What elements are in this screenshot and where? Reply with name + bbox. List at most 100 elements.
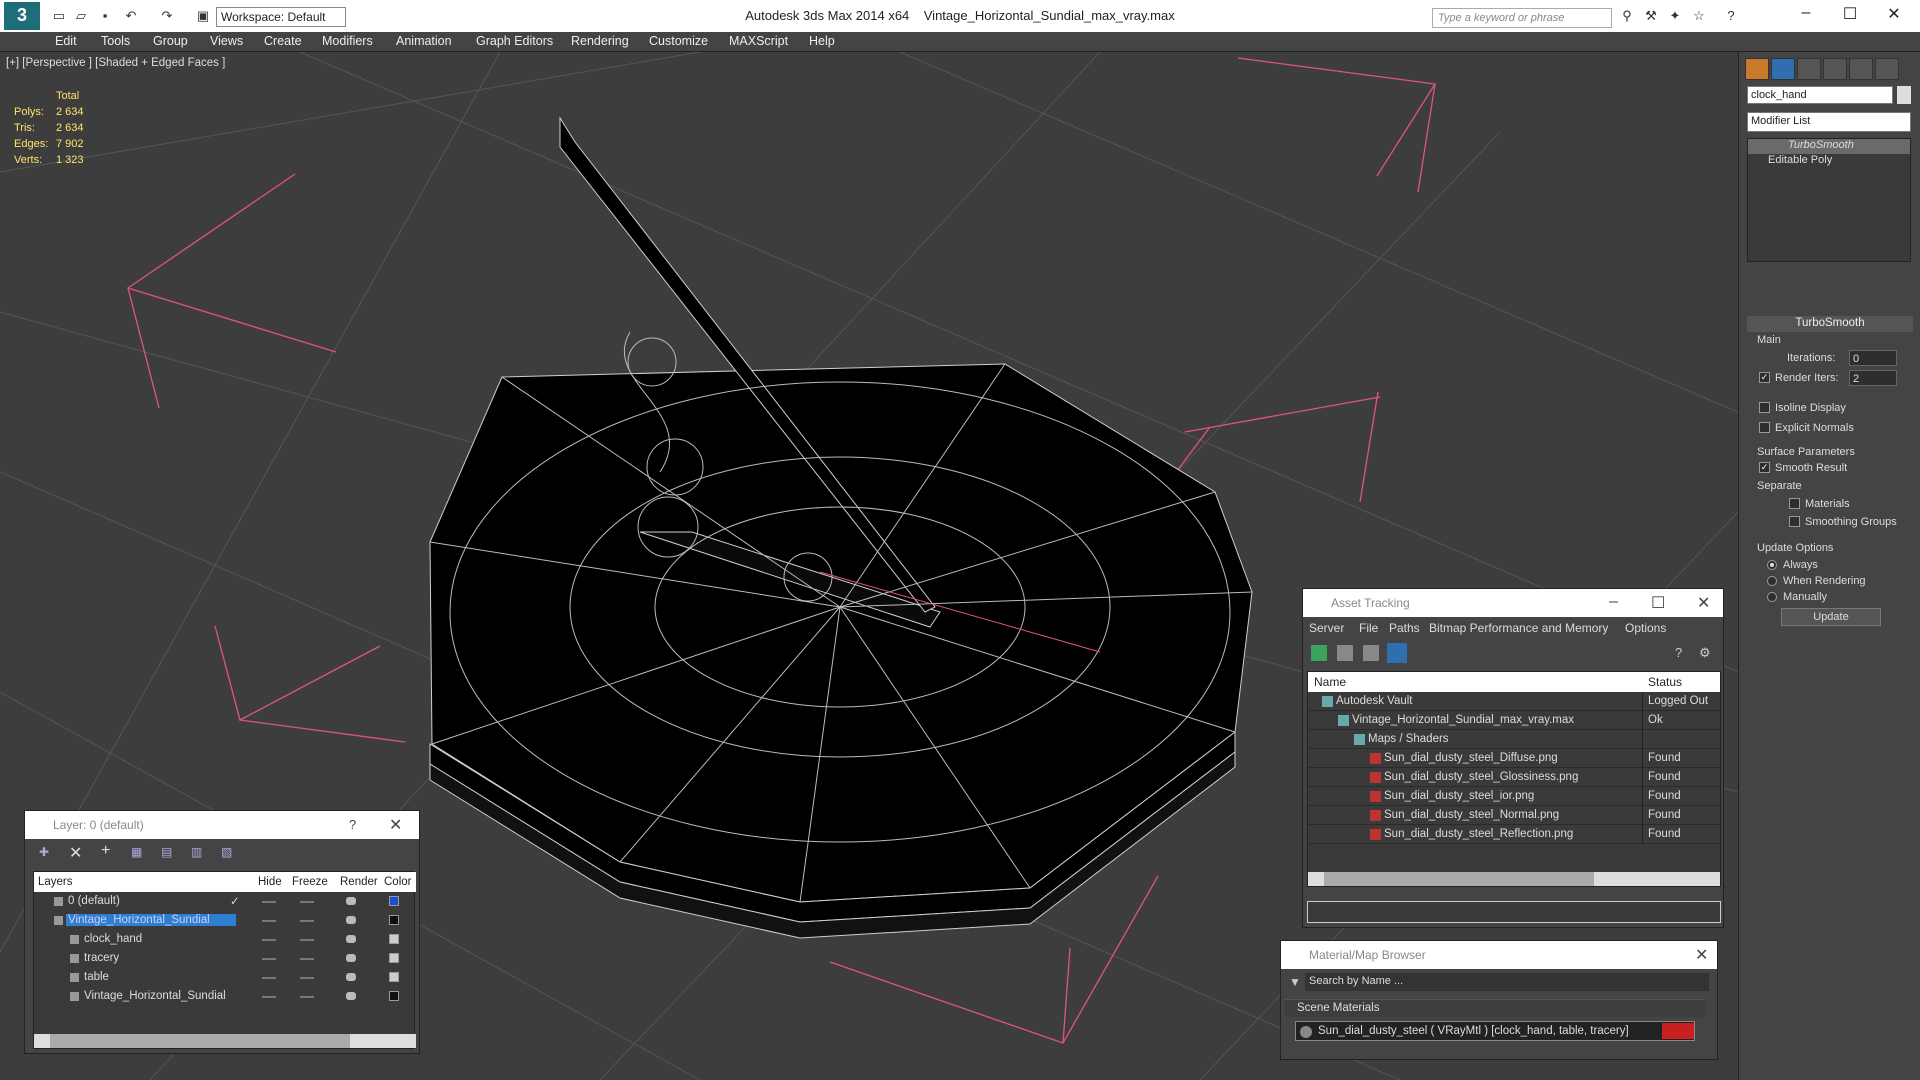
menu-rendering[interactable]: Rendering (571, 34, 629, 48)
col-hide[interactable]: Hide (258, 876, 282, 888)
render-iters-spinner[interactable]: 2 (1849, 370, 1897, 386)
col-render[interactable]: Render (340, 876, 378, 888)
layer-scrollbar[interactable] (34, 1034, 416, 1048)
highlight-layer-icon[interactable]: ▤ (161, 845, 172, 859)
stack-item-turbosmooth[interactable]: TurboSmooth (1748, 139, 1910, 154)
layer-row[interactable]: clock_hand (34, 930, 416, 949)
menu-maxscript[interactable]: MAXScript (729, 34, 788, 48)
render-teapot-icon[interactable] (346, 935, 356, 943)
turbosmooth-rollout-header[interactable]: TurboSmooth (1747, 316, 1913, 332)
table-row[interactable]: Sun_dial_dusty_steel_Diffuse.png Found (1308, 749, 1720, 768)
list-view-icon[interactable] (1337, 645, 1353, 661)
menu-create[interactable]: Create (264, 34, 302, 48)
layer-row[interactable]: table (34, 968, 416, 987)
minimize-button[interactable]: – (1786, 4, 1826, 26)
refresh-icon[interactable] (1311, 645, 1327, 661)
modifier-stack[interactable]: TurboSmooth Editable Poly (1747, 138, 1911, 262)
display-tab-icon[interactable] (1849, 58, 1873, 80)
hierarchy-tab-icon[interactable] (1797, 58, 1821, 80)
maximize-button[interactable]: ☐ (1830, 4, 1870, 26)
asset-menu-file[interactable]: File (1359, 621, 1378, 635)
menu-modifiers[interactable]: Modifiers (322, 34, 373, 48)
smoothing-groups-checkbox[interactable] (1789, 516, 1800, 527)
layer-color-swatch[interactable] (389, 991, 399, 1001)
hide-toggle[interactable] (262, 977, 276, 979)
layer-color-swatch[interactable] (389, 953, 399, 963)
horizontal-scrollbar[interactable] (1308, 872, 1720, 886)
communication-icon[interactable]: ✦ (1666, 8, 1684, 24)
render-teapot-icon[interactable] (346, 916, 356, 924)
minimize-icon[interactable]: – (1609, 593, 1618, 611)
utilities-tab-icon[interactable] (1875, 58, 1899, 80)
freeze-toggle[interactable] (300, 901, 314, 903)
close-icon[interactable]: ✕ (1697, 593, 1710, 613)
subscription-icon[interactable]: ⚒ (1642, 8, 1660, 24)
col-layers[interactable]: Layers (38, 876, 73, 888)
freeze-toggle[interactable] (300, 996, 314, 998)
layer-color-swatch[interactable] (389, 915, 399, 925)
table-row[interactable]: Maps / Shaders (1308, 730, 1720, 749)
stack-item-editable-poly[interactable]: Editable Poly (1748, 154, 1910, 169)
hide-all-icon[interactable]: ▥ (191, 845, 202, 859)
render-teapot-icon[interactable] (346, 954, 356, 962)
hide-toggle[interactable] (262, 996, 276, 998)
freeze-toggle[interactable] (300, 939, 314, 941)
object-color-swatch[interactable] (1897, 86, 1911, 104)
favorites-icon[interactable]: ☆ (1690, 8, 1708, 24)
hide-toggle[interactable] (262, 901, 276, 903)
freeze-toggle[interactable] (300, 920, 314, 922)
asset-path-field[interactable] (1307, 901, 1721, 923)
freeze-toggle[interactable] (300, 977, 314, 979)
table-row[interactable]: Sun_dial_dusty_steel_Normal.png Found (1308, 806, 1720, 825)
render-teapot-icon[interactable] (346, 897, 356, 905)
col-freeze[interactable]: Freeze (292, 876, 328, 888)
maximize-icon[interactable]: ☐ (1651, 593, 1665, 613)
menu-group[interactable]: Group (153, 34, 188, 48)
table-row[interactable]: Sun_dial_dusty_steel_ior.png Found (1308, 787, 1720, 806)
delete-layer-icon[interactable]: ✕ (69, 843, 82, 863)
scene-materials-header[interactable]: Scene Materials (1285, 999, 1705, 1017)
table-view-icon[interactable] (1387, 643, 1407, 663)
binoculars-icon[interactable]: ⚲ (1618, 8, 1636, 24)
layer-row[interactable]: Vintage_Horizontal_Sundial (34, 911, 416, 930)
hide-toggle[interactable] (262, 958, 276, 960)
browser-options-icon[interactable]: ▼ (1289, 975, 1301, 989)
close-icon[interactable]: ✕ (389, 815, 402, 835)
render-iters-checkbox[interactable]: ✓ (1759, 372, 1770, 383)
asset-menu-paths[interactable]: Paths (1389, 621, 1420, 635)
menu-edit[interactable]: Edit (55, 34, 77, 48)
viewport-label[interactable]: [+] [Perspective ] [Shaded + Edged Faces… (6, 57, 225, 69)
table-row[interactable]: Vintage_Horizontal_Sundial_max_vray.max O… (1308, 711, 1720, 730)
col-status-header[interactable]: Status (1648, 675, 1682, 689)
menu-graph-editors[interactable]: Graph Editors (476, 34, 553, 48)
active-layer-check-icon[interactable]: ✓ (230, 894, 240, 908)
materials-checkbox[interactable] (1789, 498, 1800, 509)
isoline-display-checkbox[interactable] (1759, 402, 1770, 413)
menu-animation[interactable]: Animation (396, 34, 452, 48)
update-button[interactable]: Update (1781, 608, 1881, 626)
new-layer-icon[interactable]: ✚ (39, 845, 49, 859)
menu-views[interactable]: Views (210, 34, 243, 48)
motion-tab-icon[interactable] (1823, 58, 1847, 80)
search-input[interactable]: Type a keyword or phrase (1432, 8, 1612, 28)
close-button[interactable]: ✕ (1874, 4, 1914, 26)
asset-tracking-titlebar[interactable]: Asset Tracking – ☐ ✕ (1303, 589, 1723, 617)
modify-tab-icon[interactable] (1771, 58, 1795, 80)
layer-color-swatch[interactable] (389, 934, 399, 944)
material-search-input[interactable]: Search by Name ... (1305, 973, 1709, 991)
table-row[interactable]: Sun_dial_dusty_steel_Glossiness.png Found (1308, 768, 1720, 787)
layer-row[interactable]: tracery (34, 949, 416, 968)
select-objects-icon[interactable]: ▦ (131, 845, 142, 859)
add-to-layer-icon[interactable]: + (101, 842, 110, 860)
help-icon[interactable]: ? (1675, 645, 1691, 661)
asset-menu-options[interactable]: Options (1625, 621, 1666, 635)
layer-manager-titlebar[interactable]: Layer: 0 (default) ? ✕ (25, 811, 419, 839)
layer-row[interactable]: 0 (default) ✓ (34, 892, 416, 911)
material-item[interactable]: Sun_dial_dusty_steel ( VRayMtl ) [clock_… (1295, 1021, 1695, 1041)
tree-view-icon[interactable] (1363, 645, 1379, 661)
menu-customize[interactable]: Customize (649, 34, 708, 48)
help-icon[interactable]: ? (1722, 8, 1740, 24)
material-browser-titlebar[interactable]: Material/Map Browser ✕ (1281, 941, 1717, 969)
freeze-all-icon[interactable]: ▧ (221, 845, 232, 859)
asset-menu-server[interactable]: Server (1309, 621, 1344, 635)
